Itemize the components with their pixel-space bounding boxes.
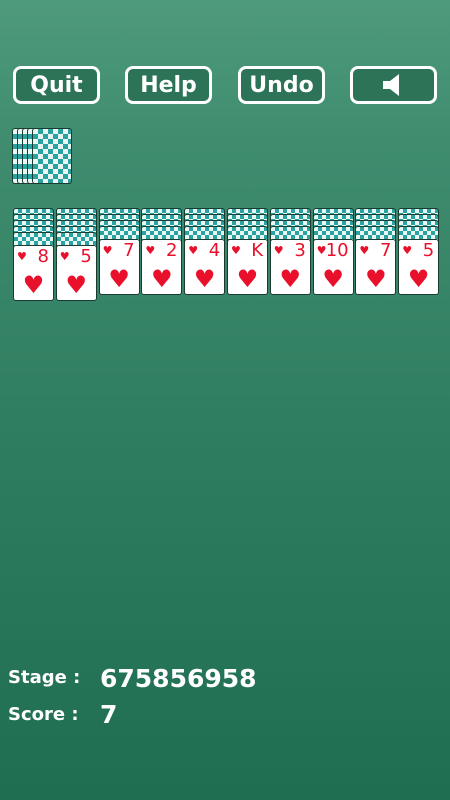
tableau-column[interactable]: ♥ 10 ♥: [312, 208, 354, 304]
heart-suit-icon: ♥: [365, 265, 387, 293]
face-up-card[interactable]: ♥ 5 ♥: [55, 245, 97, 301]
tableau-column[interactable]: ♥ 5 ♥: [398, 208, 440, 304]
heart-suit-icon: ♥: [65, 271, 88, 299]
quit-button[interactable]: Quit: [13, 66, 100, 104]
card-rank: 7: [379, 240, 392, 261]
stage-label: Stage :: [8, 667, 81, 688]
tableau-column[interactable]: ♥ 5 ♥: [55, 208, 97, 304]
heart-suit-icon: ♥: [193, 265, 216, 293]
tableau-column[interactable]: ♥ 4 ♥: [184, 208, 226, 304]
tableau-column[interactable]: ♥ 8 ♥: [13, 208, 54, 304]
heart-suit-icon: ♥: [279, 265, 302, 293]
heart-suit-icon: ♥: [17, 250, 27, 263]
heart-suit-icon: ♥: [407, 265, 430, 293]
card-rank: 3: [294, 240, 306, 261]
tableau-column[interactable]: ♥ 7 ♥: [98, 208, 140, 304]
tableau-column[interactable]: ♥ 2 ♥: [141, 208, 183, 304]
undo-button[interactable]: Undo: [238, 66, 325, 104]
help-button[interactable]: Help: [125, 66, 212, 104]
heart-suit-icon: ♥: [151, 265, 173, 293]
score-label: Score :: [8, 704, 79, 725]
face-up-card[interactable]: ♥ 5 ♥: [398, 239, 440, 295]
face-up-card[interactable]: ♥ 2 ♥: [141, 239, 183, 295]
heart-suit-icon: ♥: [273, 244, 284, 257]
face-up-card[interactable]: ♥ 4 ♥: [184, 239, 226, 295]
sound-button[interactable]: [350, 66, 437, 104]
heart-suit-icon: ♥: [322, 265, 344, 293]
tableau-column[interactable]: ♥ 3 ♥: [269, 208, 311, 304]
stock-card-back: [32, 128, 72, 184]
face-up-card[interactable]: ♥ K ♥: [227, 239, 268, 295]
face-up-card[interactable]: ♥ 7 ♥: [355, 239, 397, 295]
speaker-icon: [382, 74, 399, 96]
card-rank: 5: [80, 246, 92, 267]
card-rank: 8: [37, 246, 49, 267]
tableau-column[interactable]: ♥ 7 ♥: [355, 208, 397, 304]
face-up-card[interactable]: ♥ 7 ♥: [98, 239, 140, 295]
card-rank: K: [251, 240, 263, 261]
heart-suit-icon: ♥: [231, 244, 241, 257]
card-rank: 5: [422, 240, 435, 261]
card-rank: 2: [165, 240, 178, 261]
face-up-card[interactable]: ♥ 10 ♥: [312, 239, 354, 295]
stage-value: 675856958: [100, 664, 257, 693]
heart-suit-icon: ♥: [59, 250, 70, 263]
heart-suit-icon: ♥: [108, 265, 130, 293]
tableau-column[interactable]: ♥ K ♥: [227, 208, 268, 304]
face-up-card[interactable]: ♥ 8 ♥: [13, 245, 54, 301]
heart-suit-icon: ♥: [188, 244, 199, 257]
heart-suit-icon: ♥: [359, 244, 370, 257]
card-rank: 10: [325, 240, 349, 261]
heart-suit-icon: ♥: [145, 244, 156, 257]
heart-suit-icon: ♥: [22, 271, 45, 299]
stock-pile[interactable]: [12, 128, 76, 184]
heart-suit-icon: ♥: [102, 244, 113, 257]
card-rank: 7: [123, 240, 135, 261]
heart-suit-icon: ♥: [236, 265, 259, 293]
card-rank: 4: [208, 240, 221, 261]
face-up-card[interactable]: ♥ 3 ♥: [269, 239, 311, 295]
heart-suit-icon: ♥: [402, 244, 413, 257]
score-value: 7: [100, 700, 118, 729]
